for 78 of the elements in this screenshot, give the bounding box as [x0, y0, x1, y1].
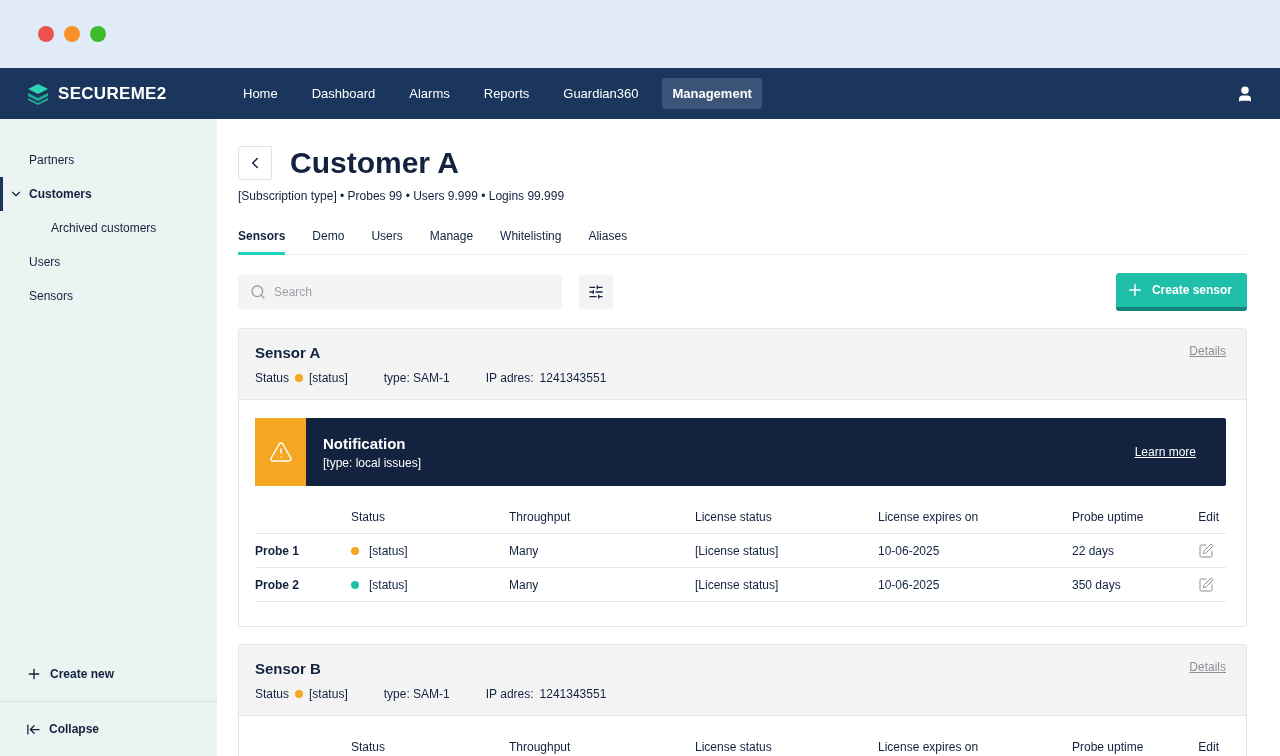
- table-cell: [License status]: [695, 568, 878, 602]
- status-value: [status]: [369, 577, 408, 592]
- nav-link[interactable]: Reports: [473, 78, 540, 109]
- sidebar-item[interactable]: Sensors: [0, 279, 217, 313]
- plus-icon: [26, 666, 42, 682]
- table-cell: 350 days: [1072, 568, 1192, 602]
- tab[interactable]: Users: [371, 223, 403, 255]
- edit-icon: [1198, 542, 1214, 559]
- nav-link[interactable]: Dashboard: [301, 78, 386, 109]
- column-header: License expires on: [878, 504, 1072, 534]
- sidebar-item[interactable]: Users: [0, 245, 217, 279]
- sidebar-item[interactable]: Archived customers: [0, 211, 217, 245]
- status-value: [status]: [309, 687, 348, 701]
- table-cell: Many: [509, 568, 695, 602]
- search-field[interactable]: Search: [238, 275, 562, 309]
- sensor-type: type: SAM-1: [383, 687, 450, 701]
- collapse-button[interactable]: Collapse: [0, 702, 217, 756]
- table-cell: [License status]: [695, 534, 878, 568]
- warning-icon: [268, 440, 293, 464]
- minimize-dot[interactable]: [64, 26, 80, 42]
- table-cell: 22 days: [1072, 534, 1192, 568]
- sensor-name: Sensor B: [255, 660, 321, 677]
- nav-link[interactable]: Alarms: [399, 78, 460, 109]
- notification-text: [type: local issues]: [323, 455, 423, 470]
- status-label: Status: [255, 371, 290, 385]
- column-header: Status: [351, 734, 509, 756]
- filter-icon: [588, 284, 604, 300]
- status-label: Status: [255, 687, 290, 701]
- column-header: Throughput: [509, 504, 695, 534]
- sidebar-item[interactable]: Partners: [0, 143, 217, 177]
- tab[interactable]: Demo: [312, 223, 345, 255]
- ip-label: IP adres:: [485, 371, 534, 385]
- table-cell: 10-06-2025: [878, 568, 1072, 602]
- back-button[interactable]: [238, 146, 272, 180]
- sensor-name: Sensor A: [255, 344, 321, 361]
- brand-name: SECUREME2: [58, 83, 167, 104]
- column-header: Edit: [1192, 734, 1226, 756]
- learn-more-link[interactable]: Learn more: [1134, 445, 1196, 459]
- status-value: [status]: [309, 371, 348, 385]
- probe-name: Probe 2: [255, 568, 351, 602]
- tab[interactable]: Manage: [429, 223, 474, 255]
- tab[interactable]: Aliases: [588, 223, 628, 255]
- sensor-type: type: SAM-1: [383, 371, 450, 385]
- edit-icon: [1198, 576, 1214, 593]
- column-header: License expires on: [878, 734, 1072, 756]
- page-title: Customer A: [290, 146, 459, 180]
- edit-button[interactable]: [1198, 542, 1214, 559]
- status-value: [status]: [369, 543, 408, 558]
- create-new-button[interactable]: Create new: [0, 647, 217, 701]
- column-header: Throughput: [509, 734, 695, 756]
- sidebar-item[interactable]: Customers: [0, 177, 217, 211]
- table-cell: 10-06-2025: [878, 534, 1072, 568]
- filter-button[interactable]: [579, 275, 613, 309]
- notification-title: Notification: [323, 434, 407, 452]
- logo-icon: [26, 81, 50, 106]
- nav-link[interactable]: Management: [662, 78, 762, 109]
- maximize-dot[interactable]: [90, 26, 106, 42]
- ip-value: 1241343551: [539, 371, 607, 385]
- nav-link[interactable]: Home: [233, 78, 288, 109]
- column-header: Probe uptime: [1072, 504, 1192, 534]
- column-header: Probe uptime: [1072, 734, 1192, 756]
- table-cell: Many: [509, 534, 695, 568]
- edit-button[interactable]: [1198, 576, 1214, 593]
- user-icon[interactable]: [1236, 84, 1254, 103]
- tab[interactable]: Whitelisting: [500, 223, 562, 255]
- probe-name: Probe 1: [255, 534, 351, 568]
- ip-value: 1241343551: [539, 687, 607, 701]
- column-header: Edit: [1192, 504, 1226, 534]
- search-icon: [250, 284, 266, 300]
- search-input[interactable]: Search: [272, 284, 550, 300]
- column-header: License status: [695, 734, 878, 756]
- nav-link[interactable]: Guardian360: [553, 78, 649, 109]
- page-subtitle: [Subscription type] • Probes 99 • Users 9.999 • Logins 99.999: [238, 189, 566, 203]
- ip-label: IP adres:: [485, 687, 534, 701]
- tab[interactable]: Sensors: [238, 223, 286, 255]
- column-header: License status: [695, 504, 878, 534]
- column-header: Status: [351, 504, 509, 534]
- close-dot[interactable]: [38, 26, 54, 42]
